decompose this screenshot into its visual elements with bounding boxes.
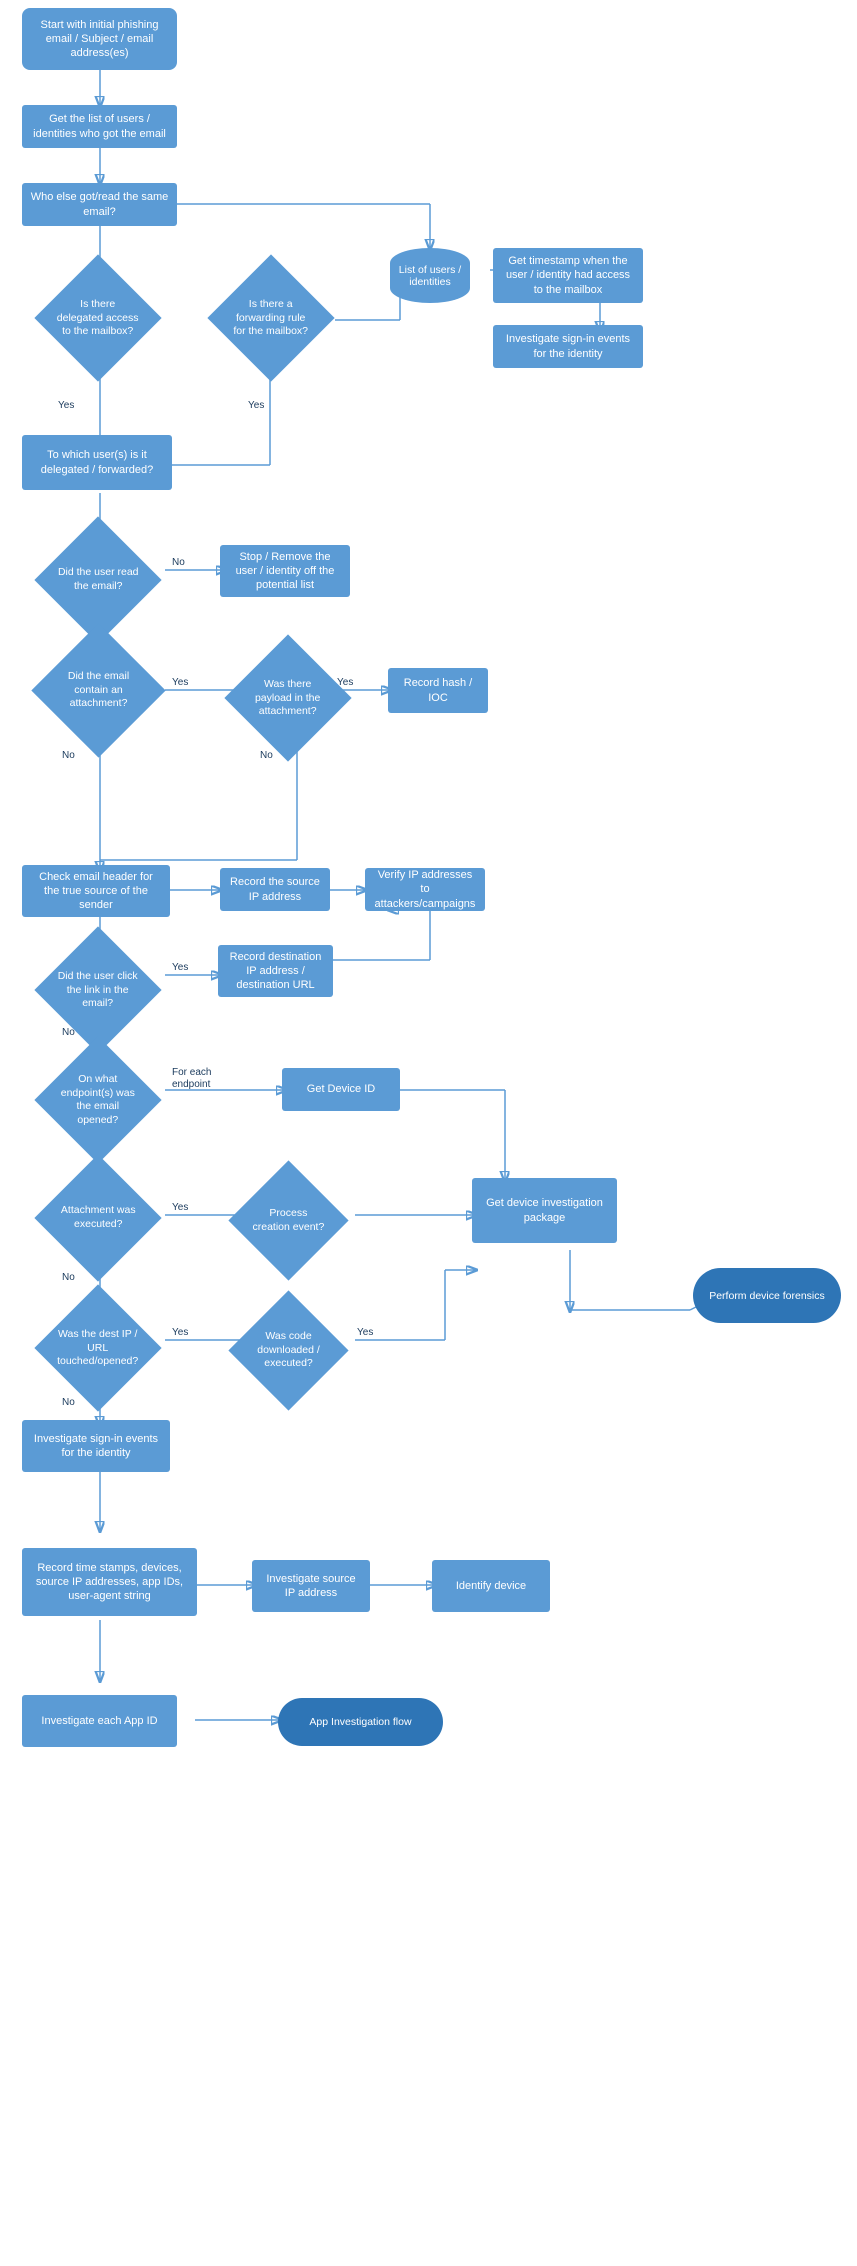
investigate-signin2-shape: Investigate sign-in events for the ident… [22, 1420, 170, 1472]
delegated-diamond: Is there delegated access to the mailbox… [28, 268, 168, 368]
who-else-shape: Who else got/read the same email? [22, 183, 177, 226]
stop-remove-shape: Stop / Remove the user / identity off th… [220, 545, 350, 597]
app-investigation-shape: App Investigation flow [278, 1698, 443, 1746]
record-dest-shape: Record destination IP address / destinat… [218, 945, 333, 997]
svg-text:Yes: Yes [58, 400, 74, 411]
user-read-diamond: Did the user read the email? [28, 530, 168, 630]
svg-text:No: No [62, 750, 75, 761]
svg-text:No: No [62, 1397, 75, 1408]
investigate-signin1-shape: Investigate sign-in events for the ident… [493, 325, 643, 368]
svg-text:No: No [62, 1272, 75, 1283]
svg-text:Yes: Yes [248, 400, 264, 411]
investigate-app-shape: Investigate each App ID [22, 1695, 177, 1747]
user-click-diamond: Did the user click the link in the email… [28, 940, 168, 1040]
dest-ip-diamond: Was the dest IP / URL touched/opened? [28, 1298, 168, 1398]
svg-text:No: No [260, 750, 273, 761]
svg-text:endpoint: endpoint [172, 1079, 211, 1090]
check-header-shape: Check email header for the true source o… [22, 865, 170, 917]
attachment-exec-diamond: Attachment was executed? [28, 1168, 168, 1268]
perform-forensics-shape: Perform device forensics [693, 1268, 841, 1323]
record-hash-shape: Record hash / IOC [388, 668, 488, 713]
record-source-ip-shape: Record the source IP address [220, 868, 330, 911]
svg-text:Yes: Yes [172, 677, 188, 688]
svg-text:Yes: Yes [357, 1327, 373, 1338]
get-device-id-shape: Get Device ID [282, 1068, 400, 1111]
list-users-cylinder: List of users / identities [390, 248, 470, 303]
flowchart-diagram: Yes Yes No No Yes Yes No [0, 0, 857, 2266]
svg-text:Yes: Yes [172, 962, 188, 973]
process-creation-diamond: Process creation event? [218, 1175, 358, 1265]
code-downloaded-diamond: Was code downloaded / executed? [218, 1305, 358, 1395]
svg-text:For each: For each [172, 1067, 211, 1078]
get-device-pkg-shape: Get device investigation package [472, 1178, 617, 1243]
forwarding-diamond: Is there a forwarding rule for the mailb… [198, 268, 343, 368]
identify-device-shape: Identify device [432, 1560, 550, 1612]
endpoint-diamond: On what endpoint(s) was the email opened… [28, 1050, 168, 1150]
verify-ip-shape: Verify IP addresses to attackers/campaig… [365, 868, 485, 911]
record-timestamps-shape: Record time stamps, devices, source IP a… [22, 1548, 197, 1616]
svg-text:Yes: Yes [172, 1202, 188, 1213]
start-shape: Start with initial phishing email / Subj… [22, 8, 177, 70]
svg-text:Yes: Yes [172, 1327, 188, 1338]
attachment-diamond: Did the email contain an attachment? [28, 638, 168, 743]
timestamp-shape: Get timestamp when the user / identity h… [493, 248, 643, 303]
delegated-to-shape: To which user(s) is it delegated / forwa… [22, 435, 172, 490]
investigate-source-ip-shape: Investigate source IP address [252, 1560, 370, 1612]
svg-text:No: No [172, 557, 185, 568]
get-list-shape: Get the list of users / identities who g… [22, 105, 177, 148]
payload-diamond: Was there payload in the attachment? [218, 648, 358, 748]
